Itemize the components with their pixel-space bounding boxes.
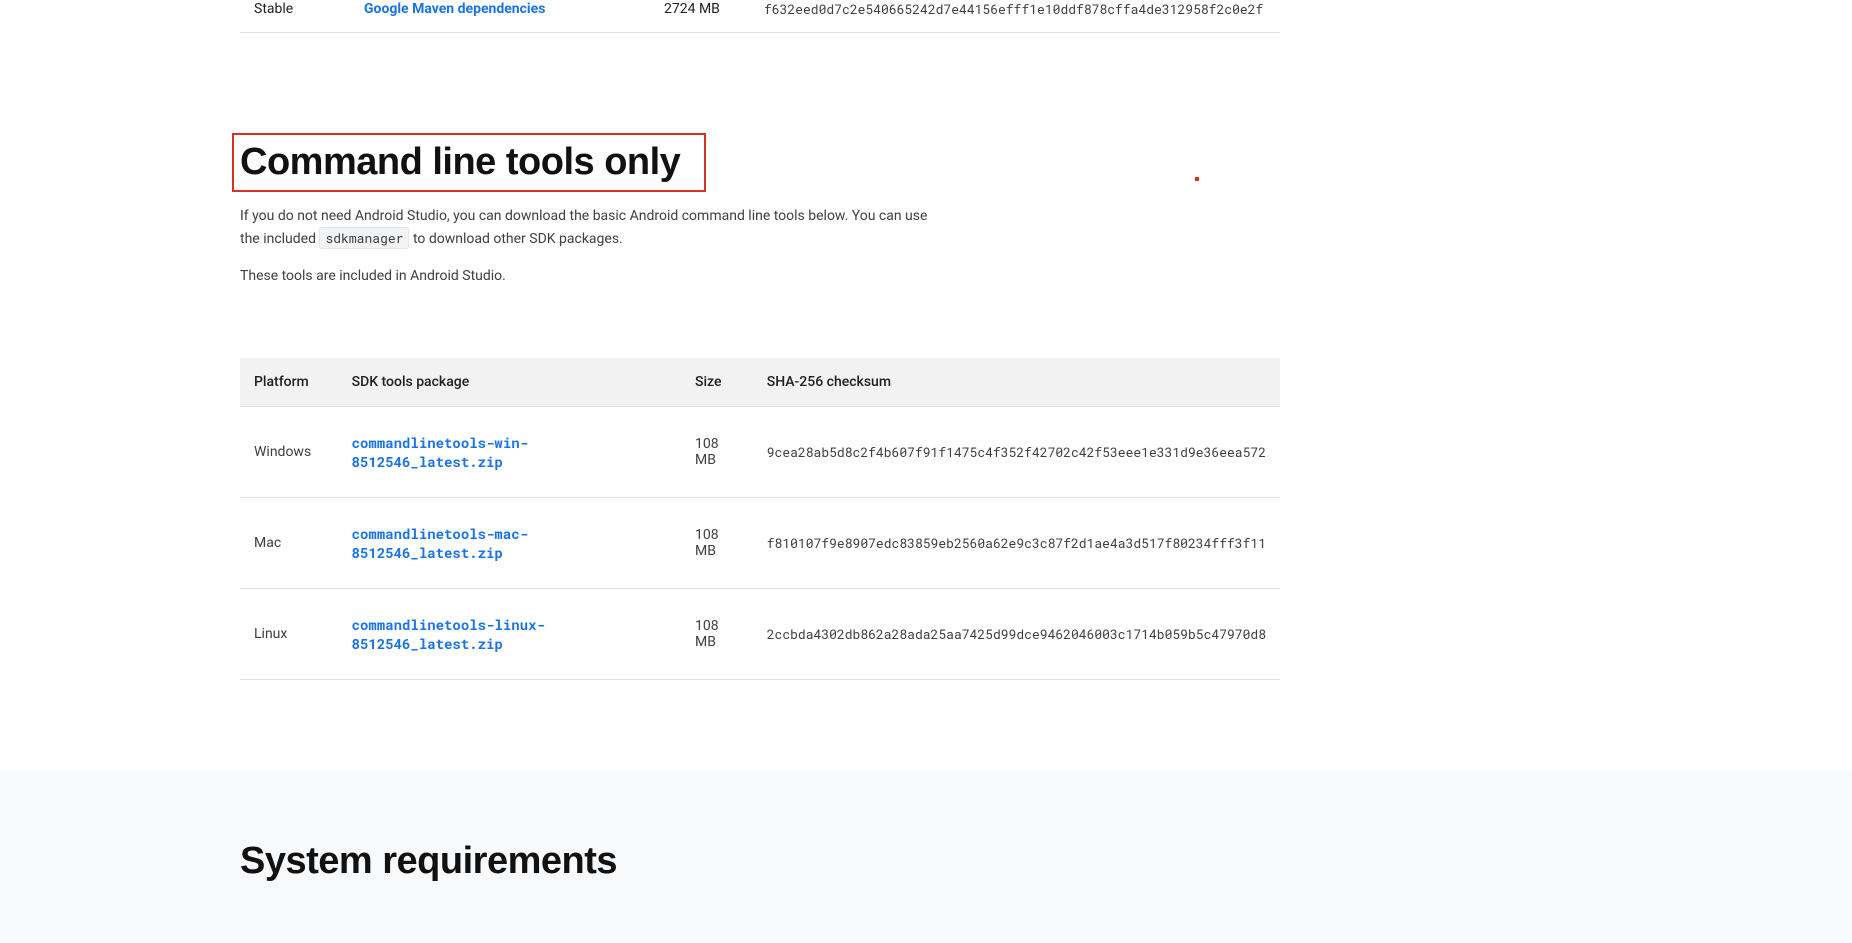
- maven-dependencies-link[interactable]: Google Maven dependencies: [364, 1, 664, 17]
- intro-text-2: to download other SDK packages.: [409, 231, 622, 247]
- maven-checksum: f632eed0d7c2e540665242d7e44156efff1e10dd…: [764, 0, 1266, 18]
- intro-paragraph-2: These tools are included in Android Stud…: [240, 266, 940, 288]
- th-checksum: SHA-256 checksum: [753, 358, 1280, 407]
- maven-dependencies-row: Stable Google Maven dependencies 2724 MB…: [240, 0, 1280, 33]
- th-size: Size: [681, 358, 753, 407]
- size-cell: 108 MB: [681, 498, 753, 589]
- checksum-cell: 2ccbda4302db862a28ada25aa7425d99dce94620…: [753, 589, 1280, 680]
- package-link-mac[interactable]: commandlinetools-mac-8512546_latest.zip: [352, 524, 528, 562]
- size-cell: 108 MB: [681, 589, 753, 680]
- annotation-dot: [1195, 177, 1199, 181]
- platform-cell: Linux: [240, 589, 338, 680]
- system-requirements-section: System requirements: [0, 770, 1852, 943]
- platform-cell: Windows: [240, 407, 338, 498]
- maven-size: 2724 MB: [664, 1, 764, 17]
- table-row: Mac commandlinetools-mac-8512546_latest.…: [240, 498, 1280, 589]
- checksum-cell: f810107f9e8907edc83859eb2560a62e9c3c87f2…: [753, 498, 1280, 589]
- platform-cell: Mac: [240, 498, 338, 589]
- system-requirements-heading: System requirements: [240, 840, 1852, 883]
- size-cell: 108 MB: [681, 407, 753, 498]
- sdkmanager-code: sdkmanager: [319, 227, 409, 249]
- channel-label: Stable: [254, 1, 364, 17]
- package-link-linux[interactable]: commandlinetools-linux-8512546_latest.zi…: [352, 615, 545, 653]
- package-link-windows[interactable]: commandlinetools-win-8512546_latest.zip: [352, 433, 528, 471]
- intro-paragraph: If you do not need Android Studio, you c…: [240, 206, 940, 250]
- table-row: Linux commandlinetools-linux-8512546_lat…: [240, 589, 1280, 680]
- th-platform: Platform: [240, 358, 338, 407]
- th-package: SDK tools package: [338, 358, 681, 407]
- table-row: Windows commandlinetools-win-8512546_lat…: [240, 407, 1280, 498]
- command-line-tools-heading: Command line tools only: [232, 133, 706, 192]
- checksum-cell: 9cea28ab5d8c2f4b607f91f1475c4f352f42702c…: [753, 407, 1280, 498]
- sdk-tools-table: Platform SDK tools package Size SHA-256 …: [240, 358, 1280, 680]
